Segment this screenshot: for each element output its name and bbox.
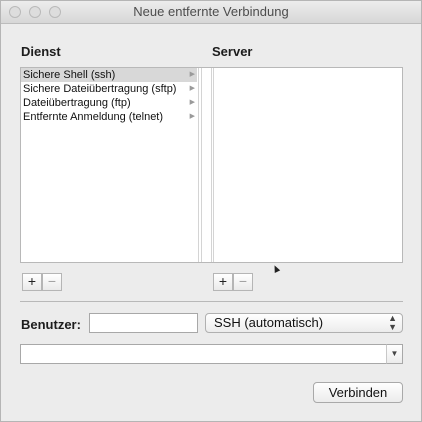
- server-list[interactable]: [214, 68, 402, 262]
- section-divider: [20, 301, 403, 302]
- disclosure-arrow-icon: ▶: [189, 71, 195, 78]
- protocol-popup[interactable]: SSH (automatisch) ▲ ▼: [205, 313, 403, 333]
- service-item-ssh[interactable]: Sichere Shell (ssh) ▶: [21, 68, 197, 82]
- disclosure-arrow-icon: ▶: [189, 85, 195, 92]
- service-item-telnet[interactable]: Entfernte Anmeldung (telnet) ▶: [21, 110, 197, 124]
- down-triangle-icon: ▼: [390, 349, 399, 358]
- command-dropdown-button[interactable]: ▼: [386, 344, 403, 364]
- service-item-label: Entfernte Anmeldung (telnet): [23, 111, 164, 123]
- column-divider: [211, 68, 212, 262]
- disclosure-arrow-icon: ▶: [189, 99, 195, 106]
- remote-connection-window: Neue entfernte Verbindung Dienst Server …: [0, 0, 422, 422]
- add-server-button[interactable]: +: [213, 273, 233, 291]
- command-field[interactable]: [20, 344, 387, 364]
- connect-button[interactable]: Verbinden: [313, 382, 403, 403]
- up-down-chevron-icon: ▲ ▼: [388, 313, 397, 332]
- title-bar: Neue entfernte Verbindung: [1, 1, 421, 24]
- user-field[interactable]: [89, 313, 198, 333]
- disclosure-arrow-icon: ▶: [189, 113, 195, 120]
- mouse-pointer-icon: [271, 264, 281, 273]
- service-item-label: Sichere Shell (ssh): [23, 69, 116, 81]
- service-item-sftp[interactable]: Sichere Dateiübertragung (sftp) ▶: [21, 82, 197, 96]
- add-service-button[interactable]: +: [22, 273, 42, 291]
- protocol-selected-label: SSH (automatisch): [214, 315, 324, 330]
- column-divider: [198, 68, 199, 262]
- connection-lists-panel: Sichere Shell (ssh) ▶ Sichere Dateiübert…: [20, 67, 403, 263]
- column-divider: [201, 68, 202, 262]
- service-list[interactable]: Sichere Shell (ssh) ▶ Sichere Dateiübert…: [21, 68, 197, 124]
- service-header: Dienst: [21, 44, 61, 59]
- remove-service-button[interactable]: −: [42, 273, 62, 291]
- user-label: Benutzer:: [21, 317, 81, 332]
- service-item-ftp[interactable]: Dateiübertragung (ftp) ▶: [21, 96, 197, 110]
- window-title: Neue entfernte Verbindung: [133, 4, 289, 19]
- server-header: Server: [212, 44, 253, 59]
- remove-server-button[interactable]: −: [233, 273, 253, 291]
- service-item-label: Dateiübertragung (ftp): [23, 97, 131, 109]
- service-item-label: Sichere Dateiübertragung (sftp): [23, 83, 177, 95]
